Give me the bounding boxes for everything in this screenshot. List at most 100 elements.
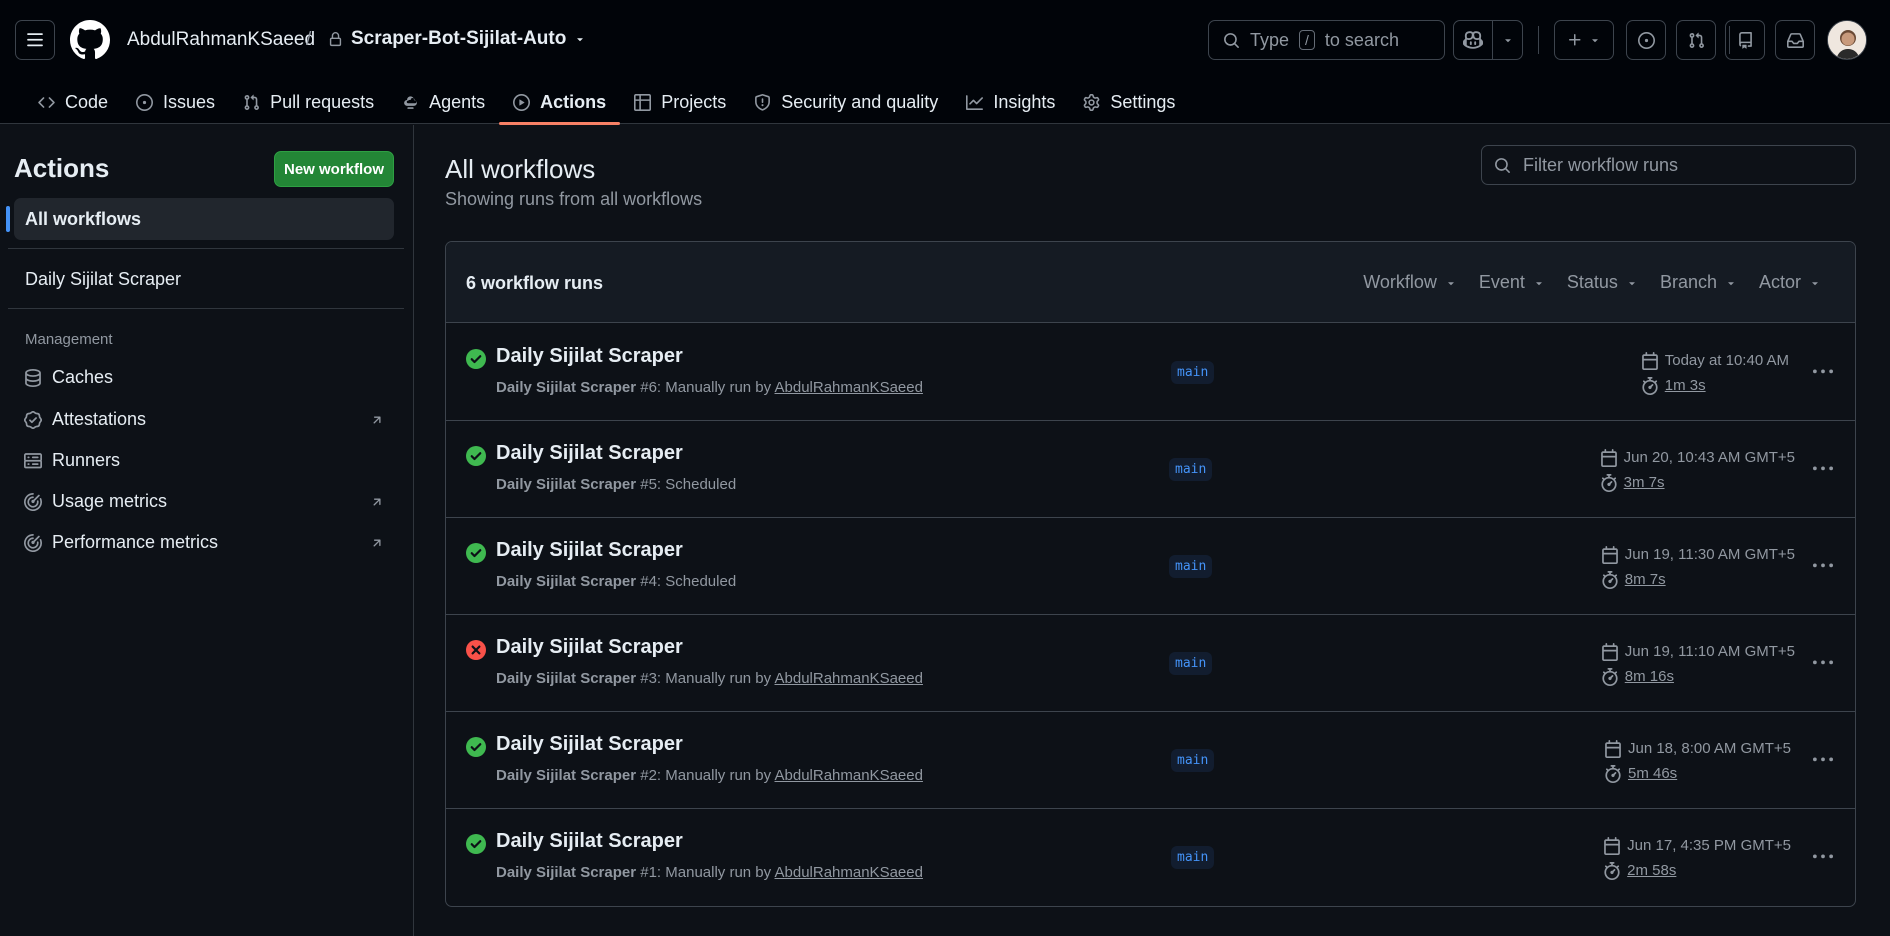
- copilot-button[interactable]: [1453, 20, 1493, 60]
- sidebar-item-attestations[interactable]: Attestations: [24, 409, 384, 430]
- actor-filter-button[interactable]: Actor: [1759, 272, 1821, 293]
- run-title-link[interactable]: Daily Sijilat Scraper: [496, 539, 683, 562]
- tab-settings[interactable]: Settings: [1069, 80, 1189, 124]
- branch-badge[interactable]: main: [1169, 555, 1213, 578]
- database-icon: [25, 368, 41, 387]
- repo-nav: Code Issues Pull requests Agents Actions Proj…: [24, 80, 1189, 125]
- run-duration-line: 3m 7s: [1600, 470, 1795, 495]
- lock-icon: [329, 31, 342, 46]
- run-actor-link[interactable]: AbdulRahmanKSaeed: [775, 767, 923, 784]
- run-duration: 8m 7s: [1624, 571, 1666, 588]
- create-new-button[interactable]: [1554, 20, 1614, 60]
- branch-badge[interactable]: main: [1171, 846, 1215, 869]
- stopwatch-icon: [1642, 376, 1658, 395]
- table-row[interactable]: Daily Sijilat Scraper Daily Sijilat Scrap…: [446, 518, 1855, 615]
- run-date-line: Today at 10:40 AM: [1641, 348, 1789, 373]
- tab-security-and-quality[interactable]: Security and quality: [740, 80, 952, 124]
- sidebar-item-usage-metrics[interactable]: Usage metrics: [24, 491, 384, 512]
- sidebar-item-runners[interactable]: Runners: [24, 450, 384, 471]
- copilot-menu-button[interactable]: [1492, 20, 1523, 60]
- repo-name-link[interactable]: Scraper-Bot-Sijilat-Auto: [328, 28, 586, 50]
- pull-requests-button[interactable]: [1676, 20, 1716, 60]
- tab-projects[interactable]: Projects: [620, 80, 740, 124]
- run-title-link[interactable]: Daily Sijilat Scraper: [496, 733, 683, 756]
- run-actor-link[interactable]: AbdulRahmanKSaeed: [775, 864, 923, 881]
- kebab-horizontal-icon: [1813, 854, 1833, 859]
- inbox-button[interactable]: [1775, 20, 1815, 60]
- table-row[interactable]: Daily Sijilat Scraper Daily Sijilat Scrap…: [446, 324, 1855, 421]
- caret-down-icon: [1448, 281, 1454, 285]
- run-actions-button[interactable]: [1813, 459, 1833, 479]
- gear-icon: [1083, 93, 1100, 111]
- branch-filter-label: Branch: [1659, 272, 1717, 292]
- table-row[interactable]: Daily Sijilat Scraper Daily Sijilat Scrap…: [446, 615, 1855, 712]
- run-title-link[interactable]: Daily Sijilat Scraper: [496, 830, 683, 853]
- run-title-link[interactable]: Daily Sijilat Scraper: [496, 636, 683, 659]
- run-duration-line: 8m 7s: [1601, 567, 1795, 592]
- run-number: #2: Manually run by: [636, 767, 775, 784]
- tab-issues[interactable]: Issues: [122, 80, 229, 124]
- run-date: Jun 19, 11:10 AM GMT+5: [1624, 643, 1795, 660]
- table-header: 6 workflow runs Workflow Event Status Br…: [446, 242, 1855, 323]
- issue-icon: [1637, 31, 1655, 49]
- stopwatch-icon: [1602, 667, 1618, 686]
- issues-button[interactable]: [1626, 20, 1666, 60]
- repo-owner-link[interactable]: AbdulRahmanKSaeed: [127, 29, 315, 51]
- header-divider: [1538, 26, 1539, 54]
- global-search[interactable]: Type / to search: [1208, 20, 1445, 60]
- run-actor-link[interactable]: AbdulRahmanKSaeed: [775, 379, 923, 396]
- new-workflow-button[interactable]: New workflow: [274, 151, 394, 187]
- external-link-icon: [373, 498, 381, 506]
- run-title-link[interactable]: Daily Sijilat Scraper: [496, 345, 683, 368]
- tab-insights[interactable]: Insights: [952, 80, 1069, 124]
- sidebar-item-all-workflows[interactable]: All workflows: [6, 198, 394, 240]
- table-row[interactable]: Daily Sijilat Scraper Daily Sijilat Scrap…: [446, 712, 1855, 809]
- caret-down-icon: [1592, 39, 1598, 43]
- event-filter-button[interactable]: Event: [1479, 272, 1545, 293]
- status-filter-button[interactable]: Status: [1567, 272, 1638, 293]
- run-actor-link[interactable]: AbdulRahmanKSaeed: [775, 670, 923, 687]
- table-icon: [634, 93, 652, 111]
- run-duration: 8m 16s: [1624, 668, 1674, 685]
- table-row[interactable]: Daily Sijilat Scraper Daily Sijilat Scrap…: [446, 809, 1855, 906]
- github-logo-icon[interactable]: [70, 20, 110, 60]
- kebab-horizontal-icon: [1813, 660, 1833, 665]
- run-duration: 2m 58s: [1627, 862, 1677, 879]
- filter-menus: Workflow Event Status Branch Actor: [1363, 272, 1821, 293]
- check-circle-icon: [466, 349, 486, 369]
- run-actions-button[interactable]: [1813, 847, 1833, 867]
- run-title-link[interactable]: Daily Sijilat Scraper: [496, 442, 683, 465]
- branch-badge[interactable]: main: [1171, 749, 1215, 772]
- branch-badge[interactable]: main: [1169, 652, 1213, 675]
- plus-icon: [1569, 34, 1581, 46]
- path-separator: /: [306, 29, 312, 50]
- run-number: #6: Manually run by: [636, 379, 775, 396]
- calendar-icon: [1600, 448, 1617, 467]
- run-actions-button[interactable]: [1813, 750, 1833, 770]
- branch-filter-button[interactable]: Branch: [1660, 272, 1737, 293]
- menu-button[interactable]: [15, 20, 55, 60]
- filter-runs-input[interactable]: Filter workflow runs: [1481, 145, 1856, 185]
- sidebar-item-workflow[interactable]: Daily Sijilat Scraper: [25, 269, 181, 290]
- branch-badge[interactable]: main: [1171, 361, 1215, 384]
- tab-agents[interactable]: Agents: [388, 80, 499, 124]
- run-actions-button[interactable]: [1813, 556, 1833, 576]
- sidebar-item-performance-metrics[interactable]: Performance metrics: [24, 532, 384, 553]
- tab-actions[interactable]: Actions: [499, 80, 621, 125]
- caches-label: Caches: [52, 367, 114, 387]
- check-circle-icon: [466, 446, 486, 466]
- branch-badge[interactable]: main: [1169, 458, 1213, 481]
- table-row[interactable]: Daily Sijilat Scraper Daily Sijilat Scrap…: [446, 421, 1855, 518]
- user-avatar[interactable]: [1827, 20, 1867, 60]
- repositories-button[interactable]: [1725, 20, 1765, 60]
- run-meta: Daily Sijilat Scraper #2: Manually run b…: [496, 767, 923, 784]
- tab-label: Agents: [429, 91, 486, 112]
- tab-code[interactable]: Code: [24, 80, 122, 124]
- kebab-horizontal-icon: [1813, 563, 1833, 568]
- run-actions-button[interactable]: [1813, 362, 1833, 382]
- run-actions-button[interactable]: [1813, 653, 1833, 673]
- sidebar-item-caches[interactable]: Caches: [24, 367, 384, 388]
- workflow-filter-button[interactable]: Workflow: [1363, 272, 1457, 293]
- code-icon: [38, 96, 55, 108]
- tab-pull-requests[interactable]: Pull requests: [229, 80, 388, 124]
